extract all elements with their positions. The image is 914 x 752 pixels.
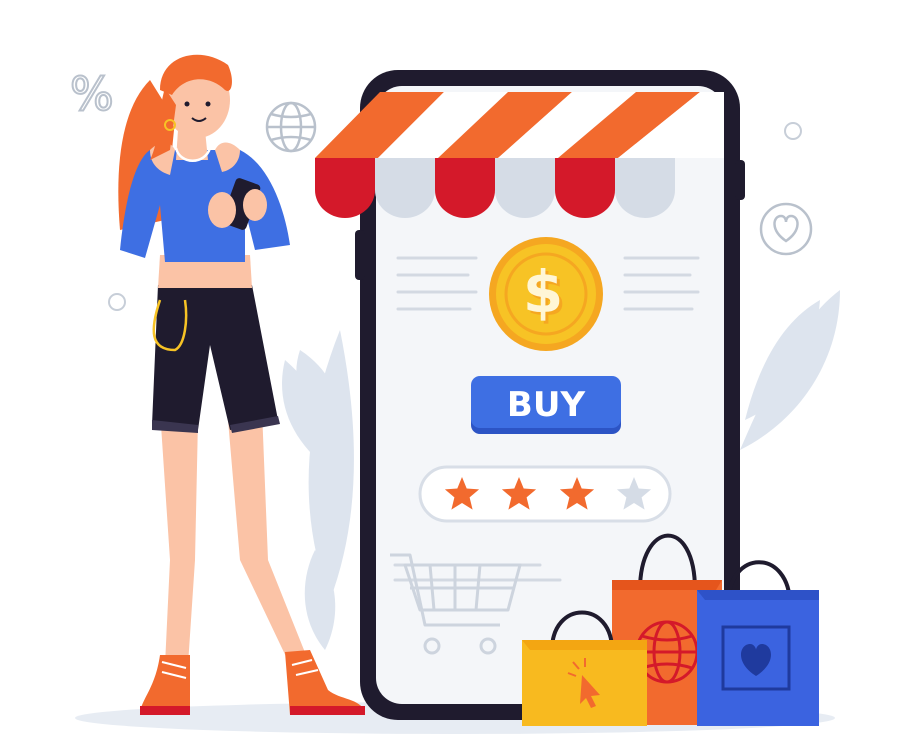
dot-decoration — [108, 293, 126, 311]
background-leaves-right — [740, 290, 840, 450]
dot-decoration — [784, 122, 802, 140]
star-rating — [418, 465, 672, 523]
buy-button-label: BUY — [507, 385, 586, 425]
shopping-illustration: % $ $ BUY — [69, 54, 840, 734]
dollar-coin-icon: $ $ — [489, 237, 603, 351]
background-leaves-left — [282, 330, 354, 650]
buy-button[interactable]: BUY — [471, 376, 621, 434]
right-shoe — [285, 650, 365, 715]
globe-icon — [265, 101, 317, 153]
svg-text:$: $ — [523, 258, 563, 326]
heart-icon — [759, 202, 813, 256]
percent-icon: % — [70, 67, 114, 121]
shorts — [152, 285, 278, 430]
